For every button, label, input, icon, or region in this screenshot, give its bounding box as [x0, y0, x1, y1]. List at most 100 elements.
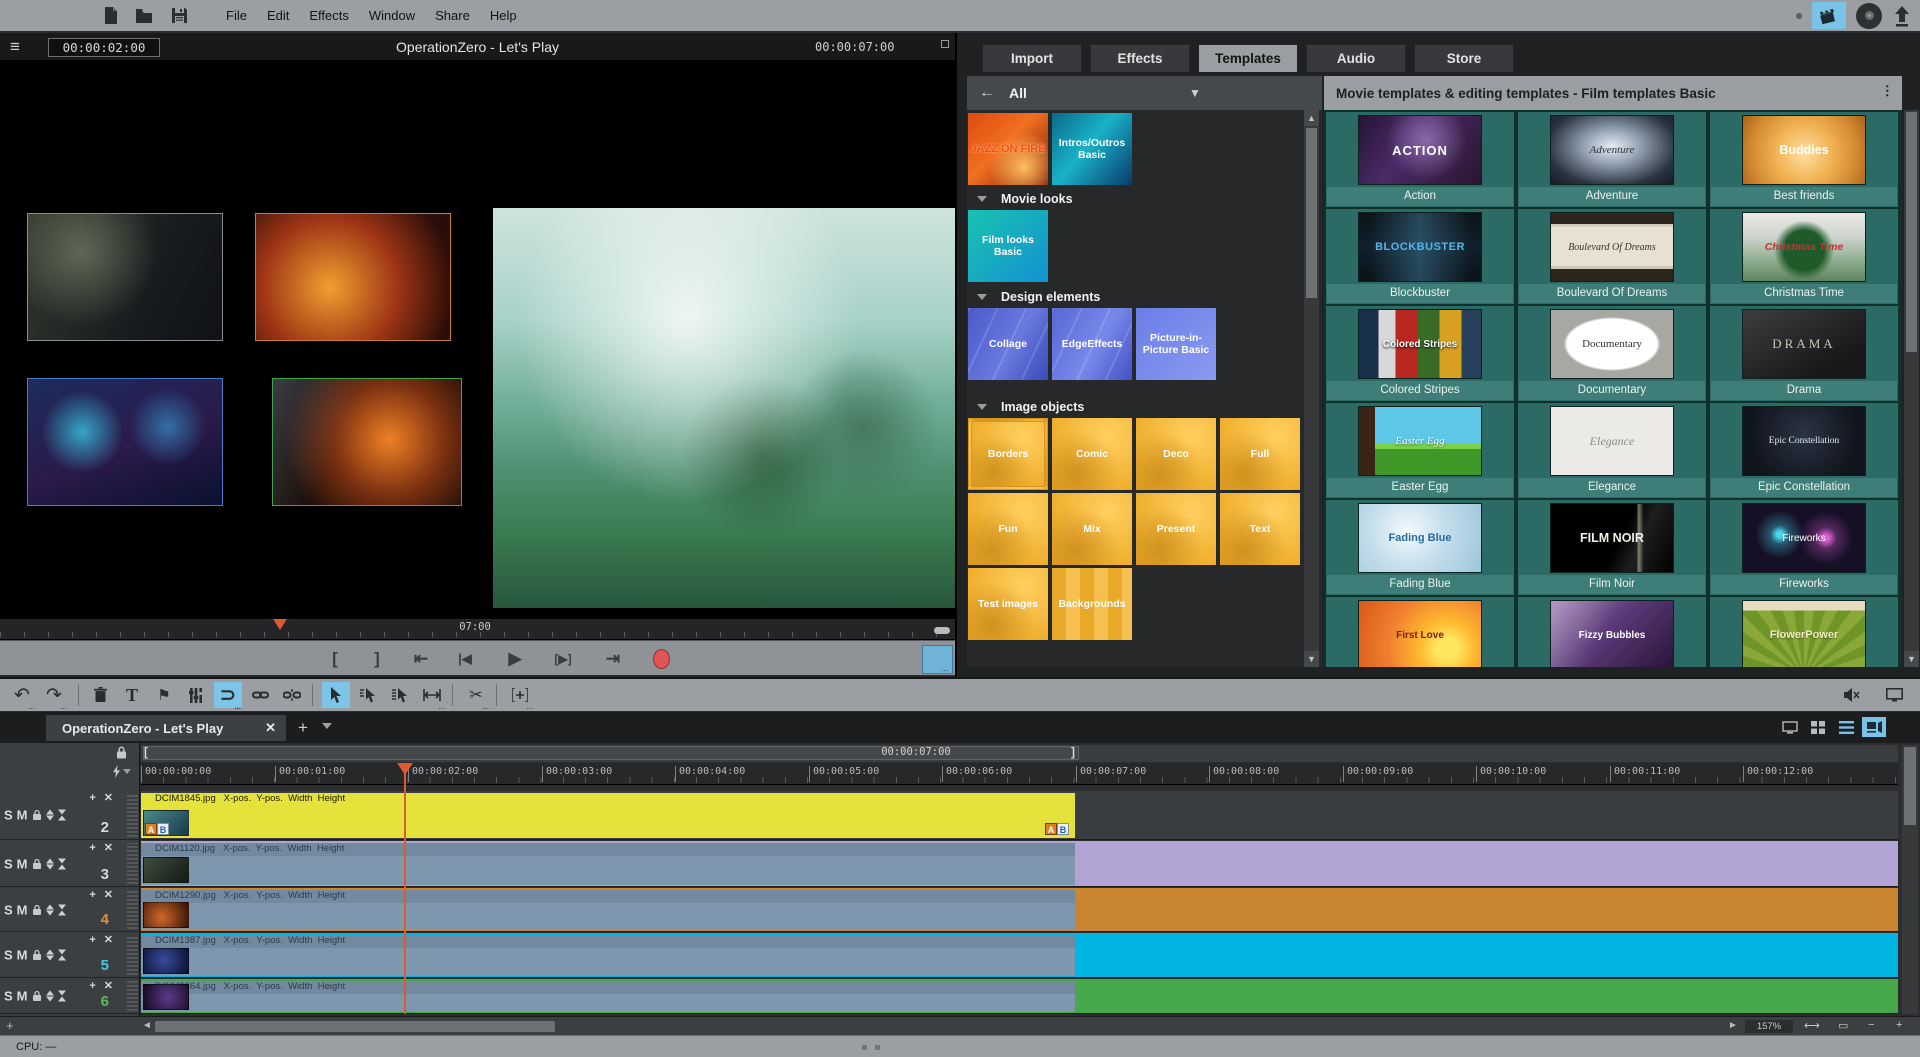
range-start-bracket[interactable]: [ — [144, 745, 148, 759]
template-tile-adventure[interactable]: Adventure Adventure — [1518, 112, 1706, 207]
menu-effects[interactable]: Effects — [309, 8, 349, 23]
preview-scrub-ruler[interactable]: 07:00 — [0, 618, 955, 640]
track-lock-icon[interactable] — [32, 991, 42, 1002]
solo-button[interactable]: S — [4, 808, 13, 823]
preview-rendering-button[interactable]: … — [922, 645, 953, 674]
template-tile-flowerpower[interactable]: FlowerPower — [1710, 597, 1898, 667]
add-movie-button[interactable]: + — [298, 718, 308, 738]
section-movie-looks[interactable]: Movie looks — [967, 190, 1322, 207]
zoom-in-icon[interactable]: + — [1896, 1019, 1902, 1031]
playhead-marker[interactable] — [397, 763, 413, 775]
scroll-right-icon[interactable]: ► — [1728, 1020, 1738, 1031]
track-collapse-icon[interactable] — [58, 991, 66, 1002]
tab-templates[interactable]: Templates — [1198, 44, 1298, 72]
template-tile-best-friends[interactable]: Buddies Best friends — [1710, 112, 1898, 207]
menu-edit[interactable]: Edit — [267, 8, 289, 23]
track-lock-icon[interactable] — [32, 810, 42, 821]
track-collapse-icon[interactable] — [58, 858, 66, 869]
track-add-button[interactable]: + — [89, 935, 95, 946]
tile-film-looks-basic[interactable]: Film looks Basic — [968, 210, 1048, 282]
tab-store[interactable]: Store — [1414, 44, 1514, 72]
track-lock-icon[interactable] — [32, 904, 42, 915]
timeline-clip[interactable]: DCIM1120.jpg X-pos. Y-pos. Width Height — [141, 843, 1075, 885]
template-tile-christmas-time[interactable]: Christmas Time Christmas Time — [1710, 209, 1898, 304]
track-collapse-icon[interactable] — [58, 950, 66, 961]
range-end-bracket[interactable]: ] — [1071, 745, 1075, 759]
timeline-clip[interactable]: DCIM1387.jpg X-pos. Y-pos. Width Height — [141, 935, 1075, 976]
tab-effects[interactable]: Effects — [1090, 44, 1190, 72]
scroll-left-icon[interactable]: ◄ — [142, 1020, 152, 1031]
timeline-clip[interactable]: DCIM1290.jpg X-pos. Y-pos. Width Height — [141, 890, 1075, 930]
template-tile-easter-egg[interactable]: Easter Egg Easter Egg — [1326, 403, 1514, 498]
menu-help[interactable]: Help — [490, 8, 517, 23]
tile-picture-in-picture[interactable]: Picture-in-Picture Basic — [1136, 308, 1216, 380]
view-list-icon[interactable] — [1834, 717, 1858, 737]
keyframe-lightning-icon[interactable] — [112, 765, 131, 778]
mute-button[interactable]: M — [17, 808, 28, 823]
more-options-icon[interactable]: ⋮ — [1881, 83, 1895, 99]
track-grip[interactable] — [127, 935, 138, 975]
scroll-down-icon[interactable]: ▼ — [1304, 651, 1319, 667]
menu-share[interactable]: Share — [435, 8, 470, 23]
zoom-fit-width-icon[interactable]: ⟷ — [1804, 1019, 1820, 1032]
save-project-icon[interactable] — [168, 6, 190, 26]
mute-button[interactable]: M — [17, 856, 28, 871]
tile-comic[interactable]: Comic — [1052, 418, 1132, 490]
track-collapse-icon[interactable] — [58, 904, 66, 915]
solo-button[interactable]: S — [4, 902, 13, 917]
template-tile-colored-stripes[interactable]: Colored Stripes Colored Stripes — [1326, 306, 1514, 401]
track-grip[interactable] — [127, 981, 138, 1011]
range-lock-icon[interactable] — [116, 746, 127, 759]
track-add-button[interactable]: + — [89, 793, 95, 804]
solo-button[interactable]: S — [4, 989, 13, 1004]
chevron-down-icon[interactable]: ▼ — [1189, 86, 1201, 100]
close-icon[interactable]: ✕ — [265, 720, 276, 736]
template-tile-fading-blue[interactable]: Fading Blue Fading Blue — [1326, 500, 1514, 595]
template-tile-fizzy-bubbles[interactable]: Fizzy Bubbles — [1518, 597, 1706, 667]
mute-button[interactable]: M — [17, 989, 28, 1004]
track-add-button[interactable]: + — [89, 890, 95, 901]
preview-main-image[interactable] — [493, 208, 955, 608]
track-height-icon[interactable] — [46, 810, 54, 821]
track-add-button[interactable]: + — [89, 843, 95, 854]
template-tile-blockbuster[interactable]: BLOCKBUSTER Blockbuster — [1326, 209, 1514, 304]
preview-playhead[interactable] — [273, 619, 287, 630]
scrub-handle[interactable] — [934, 627, 950, 634]
mute-button[interactable]: M — [17, 948, 28, 963]
play-range-button[interactable]: [▶] — [546, 646, 580, 672]
track-remove-button[interactable]: ✕ — [104, 935, 113, 946]
track-lock-icon[interactable] — [32, 858, 42, 869]
menu-window[interactable]: Window — [369, 8, 415, 23]
featured-tile-intros-outros[interactable]: Intros/Outros Basic — [1052, 113, 1132, 185]
filter-label[interactable]: All — [1009, 85, 1027, 101]
track-collapse-icon[interactable] — [58, 810, 66, 821]
hscroll-thumb[interactable] — [155, 1021, 555, 1032]
solo-button[interactable]: S — [4, 948, 13, 963]
tile-edgeeffects[interactable]: EdgeEffects — [1052, 308, 1132, 380]
view-grid-icon[interactable] — [1806, 717, 1830, 737]
marker-flag-icon[interactable]: ⚑ — [150, 682, 178, 708]
template-tile-first-love[interactable]: First Love — [1326, 597, 1514, 667]
tile-deco[interactable]: Deco — [1136, 418, 1216, 490]
tile-full[interactable]: Full — [1220, 418, 1300, 490]
jump-to-end-button[interactable]: ⇥ — [596, 646, 630, 672]
track-lock-icon[interactable] — [32, 950, 42, 961]
single-object-mouse-mode-icon[interactable] — [354, 682, 382, 708]
burn-disc-button[interactable] — [1856, 3, 1882, 29]
menu-file[interactable]: File — [226, 8, 247, 23]
stretch-mouse-mode-icon[interactable] — [418, 682, 446, 708]
scroll-down-icon[interactable]: ▼ — [1904, 651, 1919, 667]
keyframe-ab-badge[interactable]: AB — [145, 823, 169, 835]
zoom-fit-object-icon[interactable]: ▭ — [1838, 1019, 1848, 1032]
track-grip[interactable] — [127, 843, 138, 884]
new-project-icon[interactable] — [100, 6, 122, 26]
timeline-clip[interactable]: DCIM1845.jpg X-pos. Y-pos. Width Height … — [141, 793, 1075, 838]
keyframe-ab-badge[interactable]: AB — [1045, 823, 1069, 835]
tile-collage[interactable]: Collage — [968, 308, 1048, 380]
section-image-objects[interactable]: Image objects — [967, 398, 1322, 415]
template-tile-documentary[interactable]: Documentary Documentary — [1518, 306, 1706, 401]
mute-button[interactable]: M — [17, 902, 28, 917]
jump-to-start-button[interactable]: ⇤ — [404, 646, 438, 672]
movie-tab[interactable]: OperationZero - Let's Play ✕ — [46, 715, 286, 741]
redo-icon[interactable]: ↷ — [40, 682, 68, 708]
